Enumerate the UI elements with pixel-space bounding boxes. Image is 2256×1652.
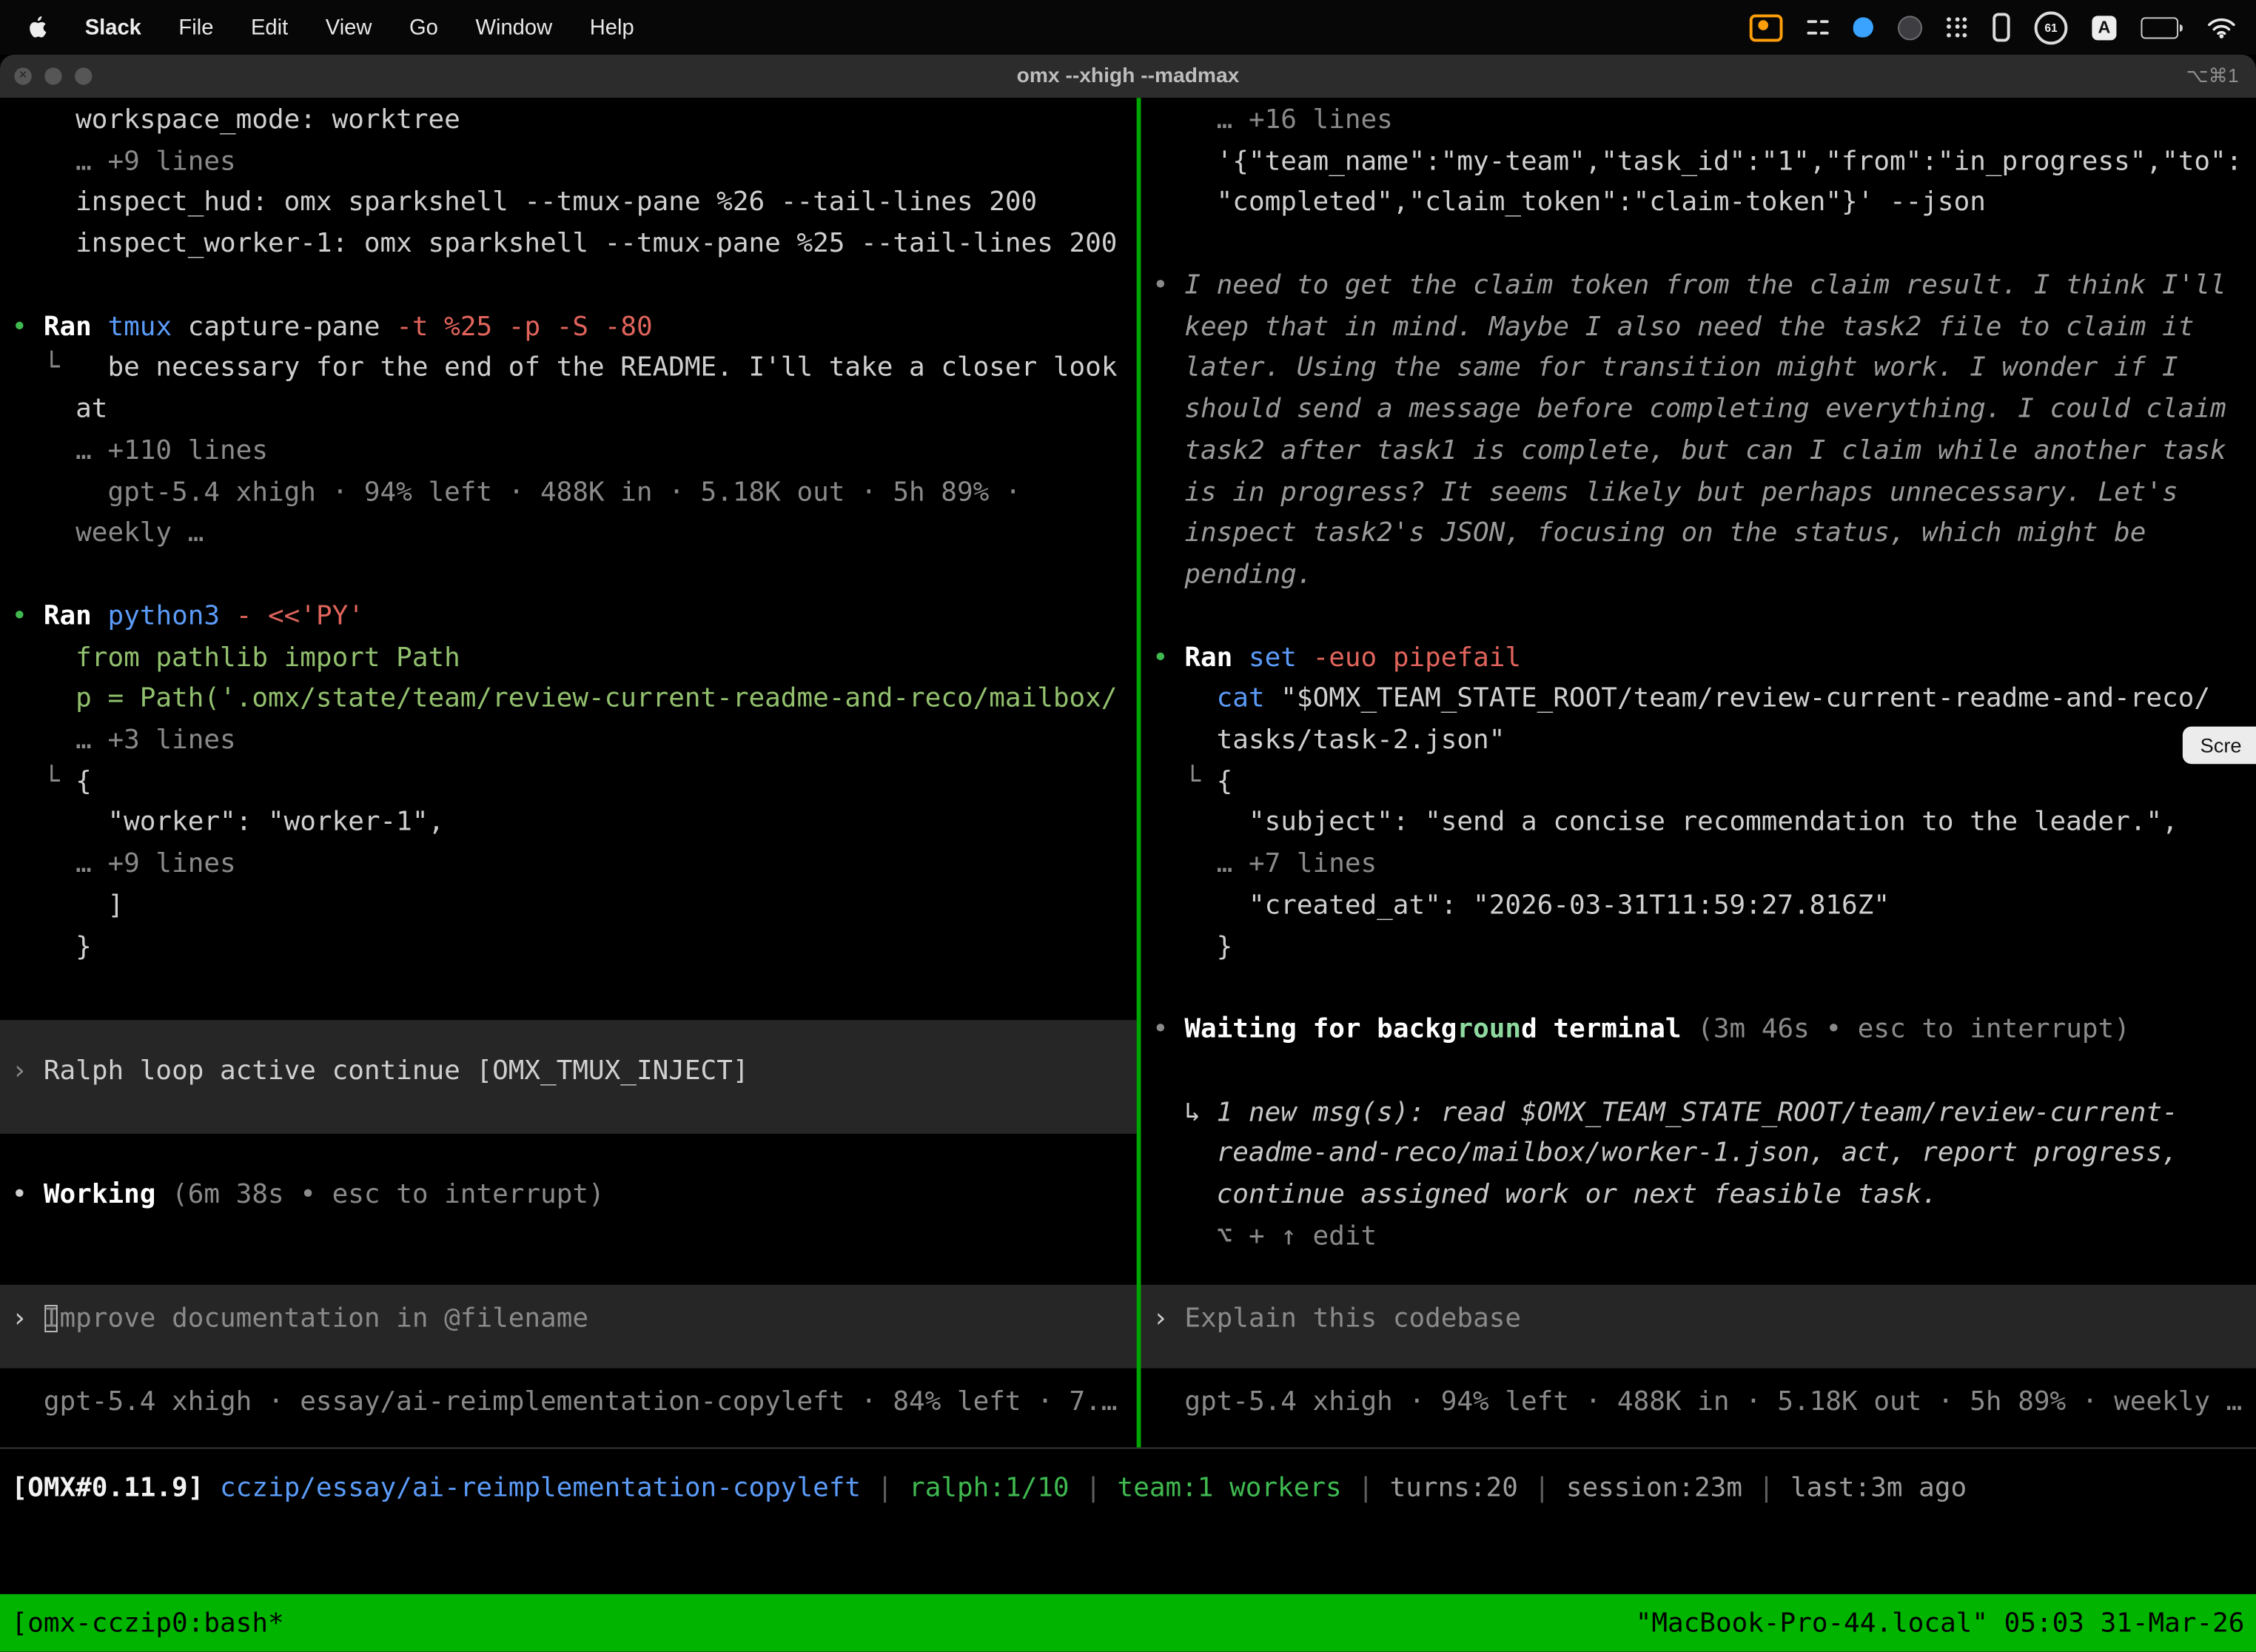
terminal-line: "worker": "worker-1", [12,804,1137,845]
terminal-line: } [1152,927,2256,969]
terminal-line [12,266,1137,307]
tmux-session-label[interactable]: [omx-cczip0:bash* [12,1608,284,1638]
terminal-line: └ be necessary for the end of the README… [12,349,1137,390]
menu-file[interactable]: File [178,15,213,39]
terminal-line: ] [12,886,1137,927]
menu-help[interactable]: Help [590,15,634,39]
terminal-line: └ { [1152,762,2256,804]
battery-icon[interactable] [2141,16,2182,38]
terminal-line: … +9 lines [12,845,1137,886]
terminal-line: gpt-5.4 xhigh · 94% left · 488K in · 5.1… [1152,1383,2256,1424]
terminal-line: inspect task2's JSON, focusing on the st… [1152,514,2256,556]
terminal-line [12,1134,1137,1175]
terminal-line: • Ran python3 - <<'PY' [12,597,1137,638]
terminal-line: readme-and-reco/mailbox/worker-1.json, a… [1152,1134,2256,1175]
terminal-line [1152,1258,2256,1300]
macos-menu-bar: Slack File Edit View Go Window Help 61 A [0,0,2256,55]
terminal-line [1152,1341,2256,1383]
terminal-line: keep that in mind. Maybe I also need the… [1152,307,2256,349]
terminal-line: tasks/task-2.json" [1152,721,2256,762]
terminal-line: workspace_mode: worktree [12,101,1137,142]
terminal-line [12,1093,1137,1135]
terminal-line: '{"team_name":"my-team","task_id":"1","f… [1152,142,2256,184]
active-app-name[interactable]: Slack [85,15,141,39]
terminal-line: • I need to get the claim token from the… [1152,266,2256,307]
terminal-line: continue assigned work or next feasible … [1152,1175,2256,1217]
pill-menulet-icon[interactable] [1993,13,2010,41]
terminal-line: gpt-5.4 xhigh · essay/ai-reimplementatio… [12,1383,1137,1424]
dots-grid-menulet-icon[interactable] [1947,16,1968,38]
terminal-line: } [12,927,1137,969]
terminal-line: cat "$OMX_TEAM_STATE_ROOT/team/review-cu… [1152,679,2256,721]
terminal-line [1152,1052,2256,1093]
screenshot-tooltip: Scre [2183,727,2256,765]
terminal-line: › Ralph loop active continue [OMX_TMUX_I… [12,1052,1137,1093]
terminal-line: "subject": "send a concise recommendatio… [1152,804,2256,845]
tmux-pane-right[interactable]: … +16 lines '{"team_name":"my-team","tas… [1141,98,2256,1447]
terminal-line: should send a message before completing … [1152,390,2256,432]
terminal-line: › Improve documentation in @filename [12,1300,1137,1341]
terminal-line: … +9 lines [12,142,1137,184]
terminal-line [12,1341,1137,1383]
terminal-line: › Explain this codebase [1152,1300,2256,1341]
tmux-pane-left[interactable]: workspace_mode: worktree … +9 lines insp… [0,98,1137,1447]
window-title: omx --xhigh --madmax [0,55,2256,98]
menu-window[interactable]: Window [475,15,552,39]
terminal-line: inspect_worker-1: omx sparkshell --tmux-… [12,225,1137,266]
blue-drop-menulet-icon[interactable] [1853,17,1873,37]
terminal-line: task2 after task1 is complete, but can I… [1152,432,2256,473]
omx-status-line: [OMX#0.11.9] cczip/essay/ai-reimplementa… [0,1448,2256,1510]
terminal-line: later. Using the same for transition mig… [1152,349,2256,390]
terminal-line: "completed","claim_token":"claim-token"}… [1152,184,2256,225]
terminal-line: from pathlib import Path [12,638,1137,679]
terminal-lines: … +16 lines '{"team_name":"my-team","tas… [1141,98,2256,1423]
menu-edit[interactable]: Edit [251,15,288,39]
terminal-line: • Waiting for background terminal (3m 46… [1152,1010,2256,1052]
terminal-line: p = Path('.omx/state/team/review-current… [12,679,1137,721]
menu-view[interactable]: View [326,15,372,39]
terminal-line: … +3 lines [12,721,1137,762]
terminal-line [12,1258,1137,1300]
menu-items: File Edit View Go Window Help [178,15,634,39]
wifi-icon[interactable] [2207,16,2236,38]
terminal-line [12,1010,1137,1052]
terminal-line: • Working (6m 38s • esc to interrupt) [12,1175,1137,1217]
terminal-line [12,969,1137,1010]
terminal-line: "created_at": "2026-03-31T11:59:27.816Z" [1152,886,2256,927]
terminal-line: … +110 lines [12,432,1137,473]
terminal-line: • Ran set -euo pipefail [1152,638,2256,679]
dark-circle-menulet-icon[interactable] [1898,15,1922,39]
grid-menulet-icon[interactable] [1807,16,1829,38]
terminal-line [12,1217,1137,1258]
screen: Slack File Edit View Go Window Help 61 A [0,0,2256,1652]
terminal-line: gpt-5.4 xhigh · 94% left · 488K in · 5.1… [12,473,1137,514]
terminal-line: inspect_hud: omx sparkshell --tmux-pane … [12,184,1137,225]
screen-recording-indicator-icon[interactable] [1750,13,1783,41]
terminal-line: is in progress? It seems likely but perh… [1152,473,2256,514]
terminal-line: ⌥ + ↑ edit [1152,1217,2256,1258]
terminal-line: weekly … [12,514,1137,556]
terminal-line [1152,969,2256,1010]
terminal-line: … +16 lines [1152,101,2256,142]
terminal-line [12,555,1137,597]
terminal-line: at [12,390,1137,432]
window-title-bar[interactable]: × omx --xhigh --madmax ⌥⌘1 [0,55,2256,98]
omx-status-zone: [OMX#0.11.9] cczip/essay/ai-reimplementa… [0,1448,2256,1594]
terminal-line: └ { [12,762,1137,804]
terminal-line: pending. [1152,555,2256,597]
terminal-line [1152,225,2256,266]
input-source-icon[interactable]: A [2092,15,2116,39]
tmux-host-clock: "MacBook-Pro-44.local" 05:03 31-Mar-26 [1636,1608,2245,1638]
battery-percent-ring-icon[interactable]: 61 [2035,11,2068,44]
terminal-lines: workspace_mode: worktree … +9 lines insp… [0,98,1137,1423]
tmux-status-bar: [omx-cczip0:bash* "MacBook-Pro-44.local"… [0,1594,2256,1652]
apple-menu-icon[interactable] [26,14,47,40]
menu-go[interactable]: Go [409,15,438,39]
terminal-line: ↳ 1 new msg(s): read $OMX_TEAM_STATE_ROO… [1152,1093,2256,1135]
terminal-line: • Ran tmux capture-pane -t %25 -p -S -80 [12,307,1137,349]
terminal-line: … +7 lines [1152,845,2256,886]
terminal-line [1152,597,2256,638]
terminal-content: workspace_mode: worktree … +9 lines insp… [0,98,2256,1447]
window-shortcut-hint: ⌥⌘1 [2186,55,2239,98]
